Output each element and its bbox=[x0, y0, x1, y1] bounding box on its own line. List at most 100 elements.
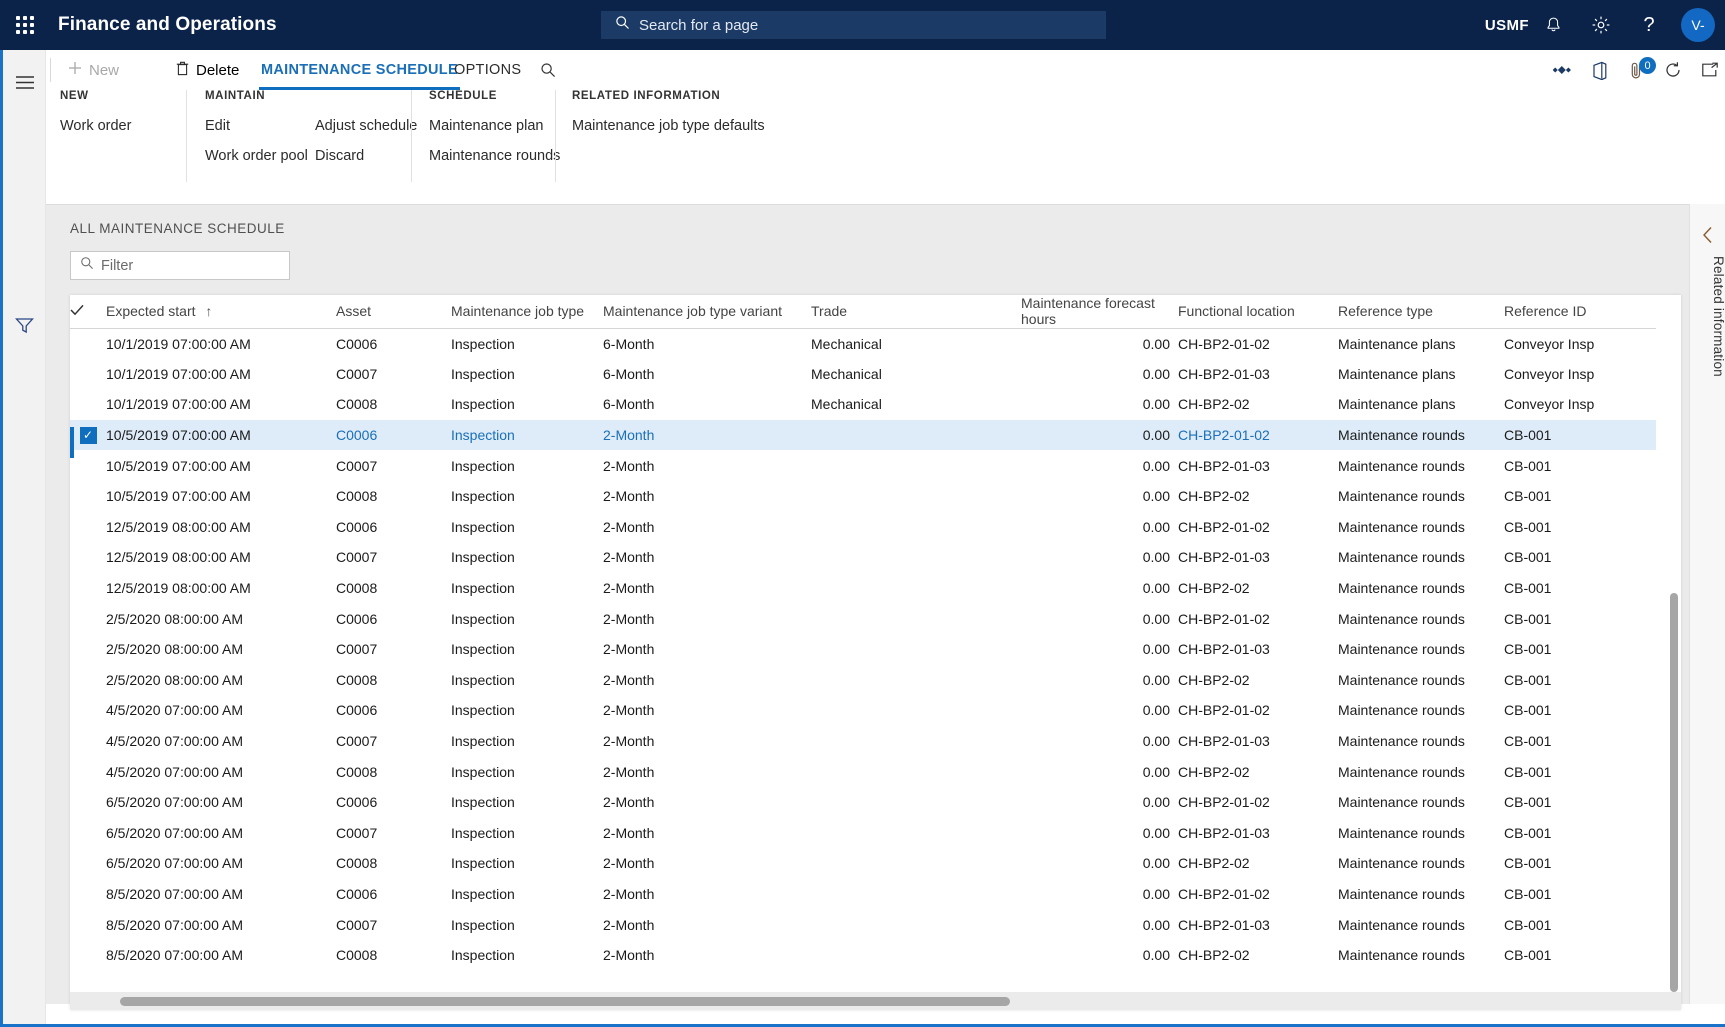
grid-vertical-scrollbar-thumb[interactable] bbox=[1670, 593, 1678, 992]
question-icon[interactable]: ? bbox=[1625, 0, 1673, 50]
row-select-checkbox[interactable] bbox=[70, 450, 106, 481]
column-header-maintenance-job-type[interactable]: Maintenance job type bbox=[451, 295, 603, 329]
chevron-left-icon[interactable] bbox=[1690, 222, 1725, 248]
column-header-functional-location[interactable]: Functional location bbox=[1178, 295, 1338, 329]
table-row[interactable]: 6/5/2020 07:00:00 AM C0007 Inspection 2-Mon… bbox=[70, 818, 1656, 849]
row-select-checkbox[interactable] bbox=[70, 787, 106, 818]
hamburger-menu-icon[interactable] bbox=[3, 62, 46, 102]
table-row[interactable]: ✓ 10/5/2019 07:00:00 AM C0006 Inspection 2-M… bbox=[70, 419, 1656, 458]
row-select-checkbox[interactable] bbox=[70, 512, 106, 543]
filter-funnel-icon[interactable] bbox=[3, 308, 46, 342]
row-select-checkbox[interactable] bbox=[70, 542, 106, 573]
ribbon-item-discard[interactable]: Discard bbox=[315, 148, 364, 164]
row-select-checkbox[interactable] bbox=[70, 940, 106, 971]
table-row[interactable]: 10/1/2019 07:00:00 AM C0007 Inspection 6-Mo… bbox=[70, 359, 1656, 390]
relationships-icon[interactable] bbox=[1543, 50, 1581, 90]
gear-icon[interactable] bbox=[1577, 0, 1625, 50]
cell-reference-type: Maintenance rounds bbox=[1338, 947, 1465, 964]
ribbon-item-maintenance-job-type-defaults[interactable]: Maintenance job type defaults bbox=[572, 118, 765, 134]
ribbon-item-edit[interactable]: Edit bbox=[205, 118, 230, 134]
row-select-checkbox[interactable] bbox=[70, 695, 106, 726]
attachment-icon[interactable]: 0 bbox=[1617, 50, 1656, 90]
open-in-new-window-icon[interactable] bbox=[1691, 50, 1725, 90]
row-select-checkbox[interactable] bbox=[70, 756, 106, 787]
global-search-input[interactable]: Search for a page bbox=[601, 11, 1106, 39]
row-select-checkbox[interactable] bbox=[70, 665, 106, 696]
column-header-asset[interactable]: Asset bbox=[336, 295, 451, 329]
row-select-checkbox[interactable] bbox=[70, 359, 106, 390]
table-row[interactable]: 8/5/2020 07:00:00 AM C0007 Inspection 2-Mon… bbox=[70, 909, 1656, 940]
table-row[interactable]: 2/5/2020 08:00:00 AM C0008 Inspection 2-Mon… bbox=[70, 665, 1656, 696]
table-row[interactable]: 12/5/2019 08:00:00 AM C0008 Inspection 2-Mo… bbox=[70, 573, 1656, 604]
table-row[interactable]: 12/5/2019 08:00:00 AM C0007 Inspection 2-Mo… bbox=[70, 542, 1656, 573]
table-row[interactable]: 10/5/2019 07:00:00 AM C0008 Inspection 2-Mo… bbox=[70, 481, 1656, 512]
table-row[interactable]: 8/5/2020 07:00:00 AM C0008 Inspection 2-Mon… bbox=[70, 940, 1656, 971]
grid-horizontal-scrollbar-thumb[interactable] bbox=[120, 997, 1010, 1006]
app-launcher-icon[interactable] bbox=[0, 0, 50, 50]
ribbon-item-work-order-pool[interactable]: Work order pool bbox=[205, 148, 308, 164]
row-select-checkbox[interactable]: ✓ bbox=[70, 419, 106, 458]
related-information-label[interactable]: Related information bbox=[1690, 256, 1725, 377]
table-row[interactable]: 4/5/2020 07:00:00 AM C0006 Inspection 2-Mon… bbox=[70, 695, 1656, 726]
cell-functional-location: CH-BP2-02 bbox=[1178, 947, 1250, 964]
grid-vertical-scrollbar[interactable] bbox=[1667, 331, 1681, 992]
row-select-checkbox[interactable] bbox=[70, 389, 106, 420]
select-all-header[interactable] bbox=[70, 295, 106, 329]
ribbon-item-adjust-schedule[interactable]: Adjust schedule bbox=[315, 118, 417, 134]
ribbon-item-maintenance-rounds[interactable]: Maintenance rounds bbox=[429, 148, 560, 164]
command-search-icon[interactable] bbox=[529, 50, 567, 90]
grid-horizontal-scrollbar[interactable] bbox=[70, 992, 1681, 1010]
cell-expected-start: 10/5/2019 07:00:00 AM bbox=[106, 457, 251, 474]
row-select-checkbox[interactable] bbox=[70, 328, 106, 359]
row-select-checkbox[interactable] bbox=[70, 573, 106, 604]
cell-asset: C0008 bbox=[336, 947, 378, 964]
tab-options[interactable]: OPTIONS bbox=[444, 50, 531, 90]
column-header-trade[interactable]: Trade bbox=[811, 295, 1021, 329]
table-row[interactable]: 12/5/2019 08:00:00 AM C0006 Inspection 2-Mo… bbox=[70, 512, 1656, 543]
column-header-maintenance-forecast-hours[interactable]: Maintenance forecast hours bbox=[1021, 295, 1178, 329]
table-row[interactable]: 10/1/2019 07:00:00 AM C0006 Inspection 6-Mo… bbox=[70, 328, 1656, 359]
column-header-reference-type[interactable]: Reference type bbox=[1338, 295, 1504, 329]
table-row[interactable]: 4/5/2020 07:00:00 AM C0007 Inspection 2-Mon… bbox=[70, 726, 1656, 757]
cell-maintenance-job-type-variant: 2-Month bbox=[603, 763, 655, 780]
row-select-checkbox[interactable] bbox=[70, 879, 106, 910]
row-select-checkbox[interactable] bbox=[70, 481, 106, 512]
table-row[interactable]: 6/5/2020 07:00:00 AM C0006 Inspection 2-Mon… bbox=[70, 787, 1656, 818]
cell-reference-type: Maintenance plans bbox=[1338, 335, 1456, 352]
filter-input[interactable]: Filter bbox=[70, 251, 290, 280]
row-select-checkbox[interactable] bbox=[70, 848, 106, 879]
cell-expected-start: 4/5/2020 07:00:00 AM bbox=[106, 763, 243, 780]
table-row[interactable]: 4/5/2020 07:00:00 AM C0008 Inspection 2-Mon… bbox=[70, 756, 1656, 787]
ribbon-item-maintenance-plan[interactable]: Maintenance plan bbox=[429, 118, 543, 134]
table-row[interactable]: 10/5/2019 07:00:00 AM C0007 Inspection 2-Mo… bbox=[70, 450, 1656, 481]
cell-asset: C0007 bbox=[336, 733, 378, 750]
table-row[interactable]: 10/1/2019 07:00:00 AM C0008 Inspection 6-Mo… bbox=[70, 389, 1656, 420]
table-row[interactable]: 6/5/2020 07:00:00 AM C0008 Inspection 2-Mon… bbox=[70, 848, 1656, 879]
row-select-checkbox[interactable] bbox=[70, 634, 106, 665]
data-grid: Expected start ↑ Asset Maintenance job t… bbox=[70, 295, 1681, 1010]
table-row[interactable]: 2/5/2020 08:00:00 AM C0006 Inspection 2-Mon… bbox=[70, 603, 1656, 634]
ribbon-group-maintain-title: MAINTAIN bbox=[205, 90, 266, 102]
new-button[interactable]: New bbox=[58, 50, 129, 90]
tab-maintenance-schedule[interactable]: MAINTENANCE SCHEDULE bbox=[251, 50, 468, 90]
cell-asset: C0006 bbox=[336, 794, 378, 811]
company-selector[interactable]: USMF bbox=[1485, 17, 1529, 34]
row-select-checkbox[interactable] bbox=[70, 726, 106, 757]
row-select-checkbox[interactable] bbox=[70, 818, 106, 849]
cell-reference-id: CB-001 bbox=[1504, 733, 1552, 750]
table-row[interactable]: 2/5/2020 08:00:00 AM C0007 Inspection 2-Mon… bbox=[70, 634, 1656, 665]
refresh-icon[interactable] bbox=[1654, 50, 1692, 90]
table-row[interactable]: 8/5/2020 07:00:00 AM C0006 Inspection 2-Mon… bbox=[70, 879, 1656, 910]
column-header-expected-start[interactable]: Expected start ↑ bbox=[106, 295, 336, 329]
row-select-checkbox[interactable] bbox=[70, 909, 106, 940]
cell-maintenance-job-type-variant: 6-Month bbox=[603, 365, 655, 382]
row-select-checkbox[interactable] bbox=[70, 603, 106, 634]
delete-button[interactable]: Delete bbox=[166, 50, 249, 90]
column-header-reference-id[interactable]: Reference ID bbox=[1504, 295, 1656, 329]
cell-trade: Mechanical bbox=[811, 396, 882, 413]
office-export-icon[interactable] bbox=[1580, 50, 1618, 90]
column-header-maintenance-job-type-variant[interactable]: Maintenance job type variant bbox=[603, 295, 811, 329]
avatar[interactable]: V- bbox=[1681, 8, 1715, 42]
bell-icon[interactable] bbox=[1529, 0, 1577, 50]
ribbon-item-work-order[interactable]: Work order bbox=[60, 118, 131, 134]
